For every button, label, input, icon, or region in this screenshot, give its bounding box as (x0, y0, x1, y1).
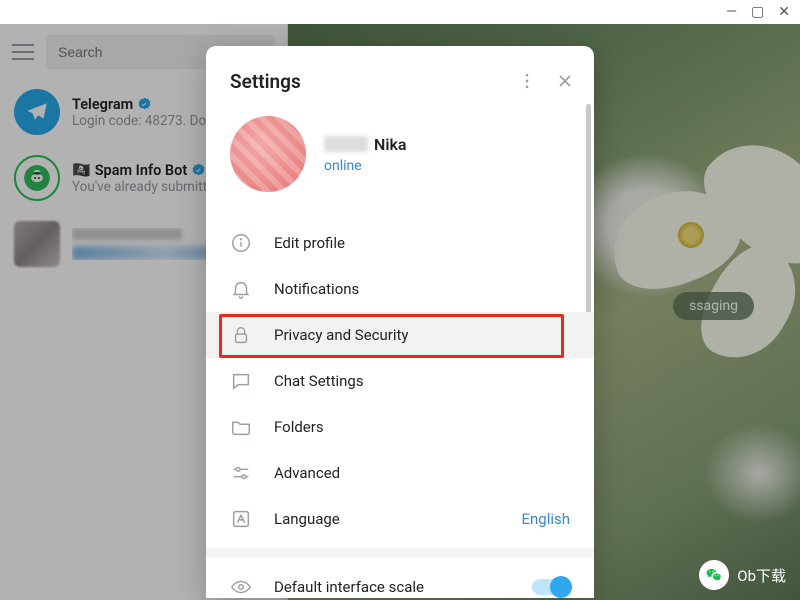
menu-privacy-security[interactable]: Privacy and Security (206, 312, 594, 358)
minimize-button[interactable]: — (726, 4, 737, 20)
eye-icon (230, 576, 252, 598)
divider (206, 548, 594, 558)
chat-icon (230, 370, 252, 392)
window-titlebar: — ▢ ✕ (0, 0, 800, 24)
menu-label: Edit profile (274, 234, 345, 252)
watermark: Ob下载 (699, 560, 786, 590)
language-icon (230, 508, 252, 530)
bell-icon (230, 278, 252, 300)
menu-language[interactable]: Language English (206, 496, 594, 542)
menu-label: Folders (274, 418, 324, 436)
info-icon (230, 232, 252, 254)
profile-status: online (324, 158, 407, 174)
menu-label: Privacy and Security (274, 326, 409, 344)
settings-modal: Settings Nika online Edit profile Notifi… (206, 46, 594, 598)
wechat-icon (699, 560, 729, 590)
watermark-text: Ob下载 (737, 565, 786, 586)
menu-label: Advanced (274, 464, 340, 482)
close-icon[interactable] (546, 62, 584, 100)
lock-icon (230, 324, 252, 346)
language-value: English (521, 510, 570, 528)
profile-name: Nika (324, 135, 407, 154)
scale-toggle[interactable] (532, 579, 570, 595)
close-window-button[interactable]: ✕ (778, 4, 790, 20)
menu-label: Notifications (274, 280, 359, 298)
folder-icon (230, 416, 252, 438)
menu-chat-settings[interactable]: Chat Settings (206, 358, 594, 404)
menu-interface-scale[interactable]: Default interface scale (206, 564, 594, 598)
menu-edit-profile[interactable]: Edit profile (206, 220, 594, 266)
more-icon[interactable] (508, 62, 546, 100)
profile-avatar (230, 116, 306, 192)
menu-label: Default interface scale (274, 578, 424, 596)
menu-notifications[interactable]: Notifications (206, 266, 594, 312)
menu-label: Language (274, 510, 340, 528)
profile-section[interactable]: Nika online (206, 112, 594, 214)
menu-advanced[interactable]: Advanced (206, 450, 594, 496)
sliders-icon (230, 462, 252, 484)
modal-title: Settings (230, 70, 508, 93)
settings-menu: Edit profile Notifications Privacy and S… (206, 214, 594, 598)
menu-label: Chat Settings (274, 372, 364, 390)
menu-folders[interactable]: Folders (206, 404, 594, 450)
maximize-button[interactable]: ▢ (751, 4, 764, 20)
